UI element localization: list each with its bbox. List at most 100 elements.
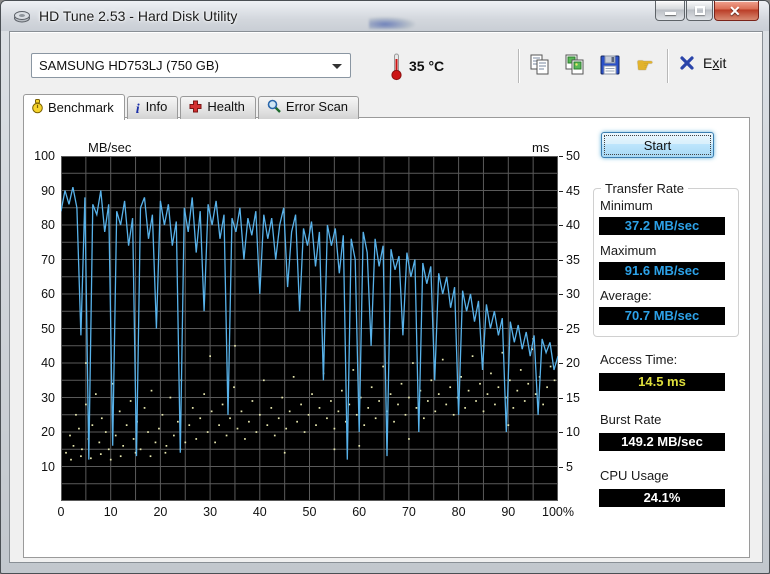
axis-tick-label: 10 — [41, 459, 55, 474]
copy-icon — [530, 54, 549, 75]
axis-tick-label: 40 — [566, 218, 580, 232]
axis-tick-label: 100% — [542, 505, 574, 519]
benchmark-stopwatch-icon — [32, 99, 43, 117]
axis-tick-label: 10 — [103, 505, 118, 519]
cpu-usage-label: CPU Usage — [600, 468, 669, 483]
save-icon — [600, 55, 620, 75]
access-time-label: Access Time: — [600, 352, 678, 367]
axis-tick-label: 100 — [34, 149, 55, 163]
axis-tick-label: 90 — [501, 505, 516, 519]
drive-select-value: SAMSUNG HD753LJ (750 GB) — [39, 58, 219, 73]
axis-tick-label: 80 — [41, 218, 55, 232]
exit-label: Exit — [703, 55, 727, 71]
exit-x-icon — [680, 56, 694, 70]
drive-select[interactable]: SAMSUNG HD753LJ (750 GB) — [31, 53, 351, 78]
axis-tick-label: 70 — [401, 505, 416, 519]
maximum-label: Maximum — [600, 243, 657, 258]
axis-tick-label: 20 — [566, 356, 580, 370]
tab-bar: Benchmark i Info Health Error Scan — [23, 94, 361, 120]
copy-text-button[interactable] — [528, 53, 554, 79]
tab-benchmark[interactable]: Benchmark — [23, 94, 125, 120]
axis-tick-label: 60 — [352, 505, 367, 519]
axis-tick-mark — [559, 328, 563, 330]
copy-image-icon — [565, 54, 584, 75]
axis-tick-label: 50 — [41, 321, 55, 336]
chevron-down-icon — [332, 64, 342, 69]
axis-tick-label: 30 — [203, 505, 218, 519]
axis-tick-mark — [559, 397, 563, 399]
magnifier-icon — [267, 99, 281, 116]
axis-tick-label: 50 — [566, 149, 580, 163]
tab-health[interactable]: Health — [180, 96, 256, 119]
axis-tick-label: 40 — [252, 505, 267, 519]
hd-tune-window: HD Tune 2.53 - Hard Disk Utility ✕ SAMSU… — [0, 0, 770, 574]
copy-screenshot-button[interactable] — [563, 53, 589, 79]
cpu-usage-value: 24.1% — [599, 489, 725, 507]
app-icon — [13, 7, 31, 25]
axis-tick-mark — [559, 190, 563, 192]
toolbar-separator — [667, 49, 668, 83]
axis-tick-label: 45 — [566, 183, 580, 198]
average-label: Average: — [600, 288, 652, 303]
axis-tick-mark — [559, 432, 563, 433]
left-axis-label: MB/sec — [88, 140, 132, 155]
axis-tick-label: 60 — [41, 287, 55, 301]
axis-tick-label: 20 — [153, 505, 168, 519]
tab-label: Benchmark — [48, 100, 114, 115]
axis-tick-label: 90 — [41, 183, 55, 198]
toolbar-separator — [518, 49, 519, 83]
benchmark-plot — [61, 156, 558, 501]
right-axis-label: ms — [532, 140, 550, 155]
tab-label: Error Scan — [285, 99, 349, 114]
axis-tick-mark — [559, 259, 563, 261]
average-value: 70.7 MB/sec — [599, 307, 725, 325]
maximize-icon — [695, 6, 705, 15]
burst-rate-value: 149.2 MB/sec — [599, 433, 725, 451]
axis-tick-label: 70 — [41, 252, 55, 267]
axis-tick-label: 0 — [57, 505, 65, 519]
hand-tools-button[interactable]: ☛ — [632, 53, 658, 79]
burst-rate-label: Burst Rate — [600, 412, 662, 427]
save-screenshot-button[interactable] — [598, 53, 624, 79]
window-title: HD Tune 2.53 - Hard Disk Utility — [39, 8, 238, 24]
axis-tick-label: 10 — [566, 425, 580, 439]
info-icon: i — [135, 102, 140, 117]
axis-tick-mark — [559, 294, 563, 295]
axis-tick-label: 30 — [41, 390, 55, 405]
tab-label: Info — [145, 99, 168, 114]
start-button[interactable]: Start — [601, 132, 714, 158]
tab-error-scan[interactable]: Error Scan — [257, 96, 360, 119]
maximize-button[interactable] — [686, 1, 713, 21]
maximum-value: 91.6 MB/sec — [599, 262, 725, 280]
hand-tools-icon: ☛ — [636, 55, 654, 77]
axis-tick-label: 15 — [566, 390, 580, 405]
axis-tick-mark — [559, 363, 563, 364]
temperature-value: 35 °C — [409, 58, 445, 74]
axis-tick-label: 5 — [566, 459, 573, 474]
axis-tick-label: 50 — [302, 505, 317, 519]
close-icon: ✕ — [729, 3, 741, 19]
axis-tick-mark — [559, 225, 563, 226]
titlebar[interactable]: HD Tune 2.53 - Hard Disk Utility ✕ — [1, 1, 769, 31]
axis-tick-label: 30 — [566, 287, 580, 301]
minimum-label: Minimum — [600, 198, 653, 213]
window-controls: ✕ — [655, 1, 760, 23]
close-button[interactable]: ✕ — [714, 1, 759, 21]
background-window-artifact — [369, 17, 415, 29]
access-time-value: 14.5 ms — [599, 373, 725, 391]
minimum-value: 37.2 MB/sec — [599, 217, 725, 235]
transfer-rate-group-label: Transfer Rate — [601, 181, 688, 196]
axis-tick-label: 20 — [41, 425, 55, 439]
health-cross-icon — [189, 100, 202, 116]
exit-button[interactable]: Exit — [679, 55, 726, 79]
axis-tick-label: 40 — [41, 356, 55, 370]
axis-tick-mark — [559, 156, 563, 157]
thermometer-icon — [389, 51, 403, 86]
axis-tick-label: 35 — [566, 252, 580, 267]
axis-tick-label: 25 — [566, 321, 580, 336]
axis-tick-mark — [559, 466, 563, 468]
minimize-button[interactable] — [655, 1, 685, 21]
tab-info[interactable]: i Info — [126, 96, 179, 119]
axis-tick-label: 80 — [451, 505, 466, 519]
tab-label: Health — [207, 99, 245, 114]
